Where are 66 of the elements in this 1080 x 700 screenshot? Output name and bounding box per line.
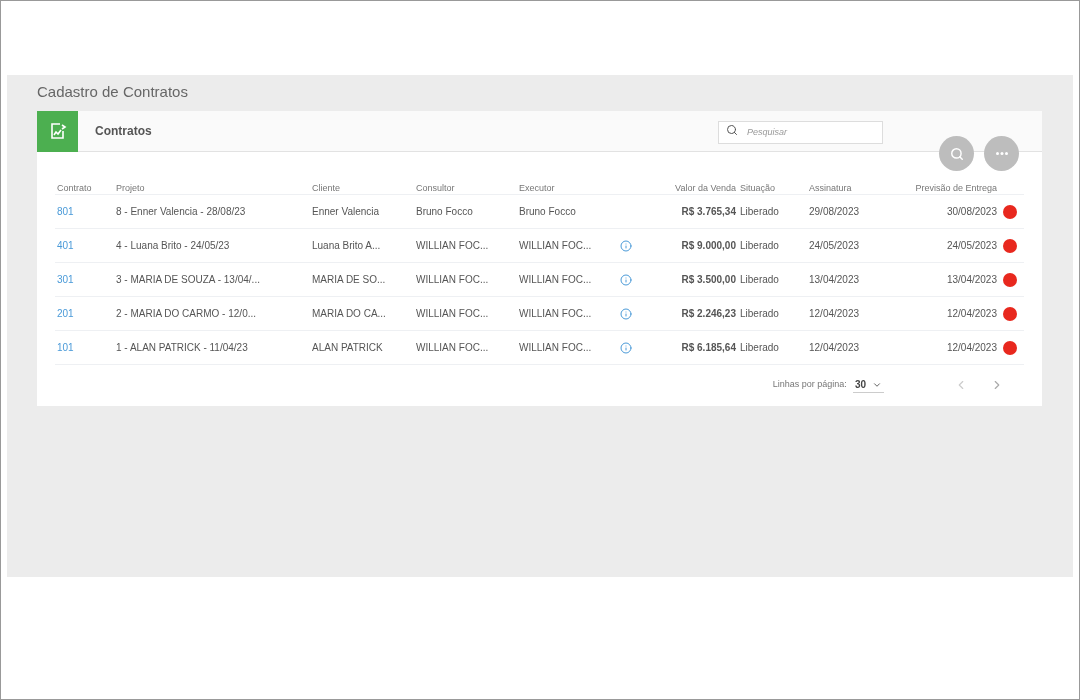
table-cell: 30/08/2023 [946, 206, 997, 217]
table-cell: Luana Brito A... [312, 240, 381, 251]
table-cell: 13/04/2023 [809, 274, 860, 285]
table-cell: R$ 2.246,23 [681, 308, 736, 319]
more-icon [995, 152, 1008, 155]
table-cell: 12/04/2023 [809, 342, 860, 353]
table-cell: R$ 9.000,00 [681, 240, 736, 251]
table-cell: R$ 3.500,00 [681, 274, 736, 285]
column-header: Projeto [116, 182, 145, 193]
info-icon[interactable] [620, 307, 632, 320]
table-cell: 24/05/2023 [809, 240, 860, 251]
contract-link[interactable]: 801 [57, 206, 74, 217]
table-cell: Liberado [740, 240, 779, 251]
table-cell: WILLIAN FOC... [519, 274, 592, 285]
column-header: Previsão de Entrega [915, 182, 997, 193]
info-icon[interactable] [620, 341, 632, 354]
column-header: Consultor [416, 182, 455, 193]
column-header: Executor [519, 182, 555, 193]
table-cell: 12/04/2023 [809, 308, 860, 319]
table-cell: 2 - MARIA DO CARMO - 12/0... [116, 308, 257, 319]
table-cell: WILLIAN FOC... [519, 308, 592, 319]
table-cell: 12/04/2023 [946, 308, 997, 319]
contract-link[interactable]: 201 [57, 308, 74, 319]
info-icon[interactable] [620, 239, 632, 252]
contract-link[interactable]: 301 [57, 274, 74, 285]
table-cell: Liberado [740, 342, 779, 353]
table-cell: R$ 6.185,64 [681, 342, 736, 353]
contract-link[interactable]: 401 [57, 240, 74, 251]
contract-link[interactable]: 101 [57, 342, 74, 353]
rows-per-page-select[interactable]: 30 [852, 377, 884, 393]
table-cell: WILLIAN FOC... [519, 342, 592, 353]
column-header: Valor da Venda [675, 182, 736, 193]
table-cell: Liberado [740, 206, 779, 217]
table-cell: WILLIAN FOC... [416, 274, 489, 285]
table-cell: MARIA DE SO... [312, 274, 386, 285]
table-cell: 24/05/2023 [946, 240, 997, 251]
search-icon [949, 146, 964, 161]
table-cell: Liberado [740, 274, 779, 285]
table-cell: 13/04/2023 [946, 274, 997, 285]
search-icon [726, 124, 738, 137]
table-cell: MARIA DO CA... [312, 308, 386, 319]
page-title: Cadastro de Contratos [37, 82, 189, 102]
table-cell: WILLIAN FOC... [416, 308, 489, 319]
column-header: Situação [740, 182, 776, 193]
table-cell: WILLIAN FOC... [519, 240, 592, 251]
table-cell: R$ 3.765,34 [681, 206, 736, 217]
table-cell: Bruno Focco [416, 206, 473, 217]
table-cell: 4 - Luana Brito - 24/05/23 [116, 240, 230, 251]
column-header: Contrato [57, 182, 92, 193]
table-cell: 1 - ALAN PATRICK - 11/04/23 [116, 342, 248, 353]
column-header: Assinatura [809, 182, 852, 193]
table-cell: Enner Valencia [312, 206, 380, 217]
table-cell: 29/08/2023 [809, 206, 860, 217]
column-header: Cliente [312, 182, 340, 193]
table-cell: ALAN PATRICK [312, 342, 383, 353]
card-title: Contratos [95, 123, 152, 140]
table-cell: 3 - MARIA DE SOUZA - 13/04/... [116, 274, 260, 285]
table-cell: 8 - Enner Valencia - 28/08/23 [116, 206, 246, 217]
search-field[interactable]: Pesquisar [718, 120, 883, 144]
table-cell: Liberado [740, 308, 779, 319]
rows-per-page-label: Linhas por página: [772, 378, 847, 392]
table-cell: WILLIAN FOC... [416, 240, 489, 251]
table-cell: 12/04/2023 [946, 342, 997, 353]
table-cell: Bruno Focco [519, 206, 576, 217]
info-icon[interactable] [620, 273, 632, 286]
table-cell: WILLIAN FOC... [416, 342, 489, 353]
